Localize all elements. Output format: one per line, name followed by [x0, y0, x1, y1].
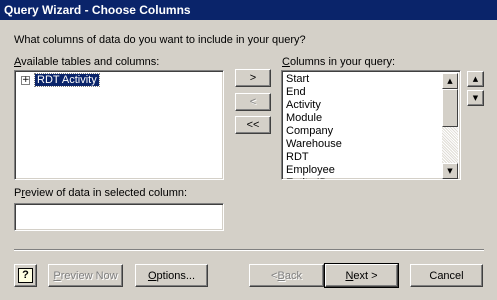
add-column-button[interactable]: > [235, 69, 271, 87]
query-column-item[interactable]: Company [285, 125, 342, 138]
scroll-down-arrow-icon[interactable]: ▼ [442, 163, 458, 179]
available-tables-label: Available tables and columns: [14, 56, 160, 68]
preview-label: Preview of data in selected column: [14, 187, 188, 199]
scroll-up-arrow-icon[interactable]: ▲ [442, 73, 458, 89]
instruction-text: What columns of data do you want to incl… [14, 34, 306, 46]
help-icon: ? [18, 268, 33, 283]
window-title: Query Wizard - Choose Columns [4, 3, 191, 17]
query-column-item[interactable]: Warehouse [285, 138, 342, 151]
query-column-item[interactable]: Module [285, 112, 342, 125]
query-column-item[interactable]: RDT [285, 151, 342, 164]
query-column-item[interactable]: Entity ID [285, 177, 342, 179]
query-column-item[interactable]: End [285, 86, 342, 99]
query-column-item[interactable]: Employee [285, 164, 342, 177]
expand-icon[interactable]: + [21, 75, 30, 85]
tree-node-rdt-activity[interactable]: + RDT Activity [21, 73, 100, 87]
title-bar: Query Wizard - Choose Columns [0, 0, 497, 20]
move-column-down-button[interactable]: ▼ [467, 90, 484, 106]
cancel-button[interactable]: Cancel [410, 264, 483, 287]
query-columns-scrollbar[interactable]: ▲ ▼ [442, 73, 458, 179]
preview-data-field[interactable] [14, 203, 224, 231]
separator-line [14, 249, 484, 251]
help-button[interactable]: ? [14, 264, 37, 287]
scroll-thumb[interactable] [442, 89, 458, 127]
next-button[interactable]: Next > [324, 263, 399, 288]
query-columns-list[interactable]: Start End Activity Module Company Warehouse RD… [281, 70, 461, 180]
tree-node-label[interactable]: RDT Activity [34, 73, 100, 87]
columns-in-query-label: Columns in your query: [282, 56, 396, 68]
query-column-item[interactable]: Activity [285, 99, 342, 112]
remove-all-columns-button[interactable]: << [235, 116, 271, 134]
query-columns-items: Start End Activity Module Company Warehouse RD… [285, 73, 342, 179]
query-column-item[interactable]: Start [285, 73, 342, 86]
move-column-up-button[interactable]: ▲ [467, 71, 484, 87]
query-wizard-dialog: Query Wizard - Choose Columns What colum… [0, 0, 497, 300]
back-button[interactable]: < Back [249, 264, 324, 287]
remove-column-button[interactable]: < [235, 93, 271, 111]
options-button[interactable]: Options... [135, 264, 208, 287]
available-tables-tree[interactable]: + RDT Activity [14, 70, 224, 180]
preview-now-button[interactable]: Preview Now [48, 264, 123, 287]
